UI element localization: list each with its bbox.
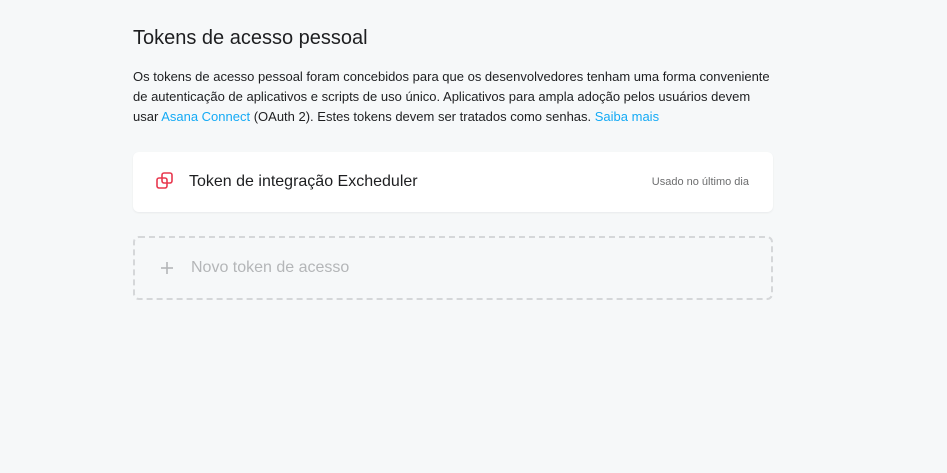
- learn-more-link[interactable]: Saiba mais: [595, 109, 659, 124]
- new-access-token-label: Novo token de acesso: [191, 259, 350, 276]
- new-access-token-button[interactable]: Novo token de acesso: [133, 236, 773, 300]
- personal-access-tokens-page: Tokens de acesso pessoal Os tokens de ac…: [0, 0, 947, 473]
- key-copy-icon: [156, 172, 174, 190]
- token-last-used-status: Usado no último dia: [651, 176, 749, 188]
- description-text-part2: (OAuth 2). Estes tokens devem ser tratad…: [250, 109, 595, 124]
- token-row[interactable]: Token de integração Excheduler Usado no …: [133, 152, 773, 212]
- page-title: Tokens de acesso pessoal: [133, 27, 368, 49]
- page-description: Os tokens de acesso pessoal foram conceb…: [133, 67, 778, 127]
- token-name: Token de integração Excheduler: [189, 173, 418, 190]
- plus-icon: [160, 261, 174, 275]
- asana-connect-link[interactable]: Asana Connect: [161, 109, 250, 124]
